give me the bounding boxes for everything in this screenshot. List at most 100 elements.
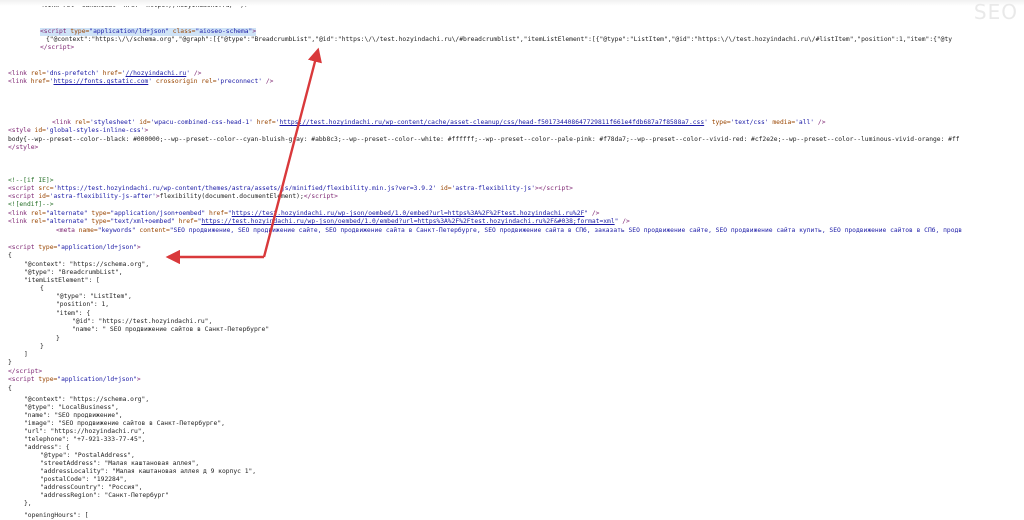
source-token: "@type": "ListItem", <box>56 293 132 300</box>
source-token: <script <box>8 185 35 192</box>
source-line: "itemListElement": [ <box>24 277 100 285</box>
source-link[interactable]: https://test.hozyindachi.ru/wp-content/c… <box>280 119 705 126</box>
source-line: } <box>56 335 60 343</box>
source-token: "telephone": "+7-921-333-77-45", <box>24 436 146 443</box>
source-line: } <box>40 343 44 351</box>
source-token: <script <box>8 376 35 383</box>
source-token: <link <box>8 78 27 85</box>
source-link[interactable]: https://test.hozyindachi.ru/wp-json/oemb… <box>232 210 585 217</box>
source-token: } <box>40 343 44 350</box>
source-line: }, <box>24 500 32 508</box>
source-token: "name": " SEO продвижение сайтов в Санкт… <box>72 326 270 333</box>
source-line: ] <box>24 351 28 359</box>
source-line: <style id='global-styles-inline-css'> <box>8 127 148 135</box>
source-link[interactable]: https://test.hozyindachi.ru/wp-json/oemb… <box>201 218 614 225</box>
source-token: href= <box>99 70 122 77</box>
source-token: <style <box>8 127 31 134</box>
source-token: "address": { <box>24 444 70 451</box>
source-token: "application/ld+json" <box>57 376 137 383</box>
source-token: /> <box>262 78 274 85</box>
source-token: href= <box>174 218 198 225</box>
source-token: "@context": "https://schema.org", <box>24 261 150 268</box>
source-token: class= <box>168 28 196 35</box>
source-token: <script <box>8 193 35 200</box>
source-line: "name": " SEO продвижение сайтов в Санкт… <box>72 326 269 334</box>
source-token: </script> <box>40 44 75 51</box>
source-token: { <box>8 385 12 392</box>
source-token: {"@context":"https:\/\/schema.org","@gra… <box>46 36 953 43</box>
source-token: 'astra-flexibility-js' <box>451 185 535 192</box>
source-token: "text/xml+oembed" <box>110 218 175 225</box>
source-token: src= <box>34 185 54 192</box>
source-token: "postalCode": "192284", <box>40 476 128 483</box>
source-line: } <box>8 359 12 367</box>
source-line: "postalCode": "192284", <box>40 476 127 484</box>
source-token: <![endif]--> <box>8 201 54 208</box>
source-token: 'global-styles-inline-css' <box>45 127 145 134</box>
source-token: rel= <box>26 218 46 225</box>
source-token: "@type": "PostalAddress", <box>40 452 135 459</box>
source-token: "openingHours": [ <box>24 512 89 519</box>
source-line: <![endif]--> <box>8 201 54 209</box>
source-token: id= <box>30 127 46 134</box>
source-token: "alternate" <box>45 218 88 225</box>
source-token: "@type": "LocalBusiness", <box>24 404 119 411</box>
source-line: <script type="application/ld+json"> <box>8 376 141 384</box>
source-line: body{--wp--preset--color--black: #000000… <box>8 136 960 144</box>
source-token: 'stylesheet' <box>89 119 136 126</box>
source-line: "telephone": "+7-921-333-77-45", <box>24 436 145 444</box>
source-line: "openingHours": [ <box>24 512 88 520</box>
source-token: } <box>8 359 12 366</box>
source-token: > <box>144 127 149 134</box>
source-token: href= <box>26 78 50 85</box>
source-line: "addressLocality": "Малая каштановая алл… <box>40 468 256 476</box>
source-token: > <box>136 376 141 383</box>
source-token: href= <box>205 210 228 217</box>
source-token: "application/json+oembed" <box>110 210 206 217</box>
source-line: "@context": "https://schema.org", <box>24 261 149 269</box>
source-token: "image": "SEO продвижение сайтов в Санкт… <box>24 420 225 427</box>
source-token: id= <box>135 119 151 126</box>
source-line: <script type="application/ld+json" class… <box>40 28 257 36</box>
source-token: "position": 1, <box>56 301 110 308</box>
top-edge-shadow <box>0 0 1024 6</box>
source-line: "@id": "https://test.hozyindachi.ru", <box>72 318 212 326</box>
source-line: { <box>40 285 44 293</box>
source-token: ] <box>24 351 28 358</box>
source-token: rel= <box>70 119 90 126</box>
source-token: 'text/css' <box>730 119 769 126</box>
source-token: "SEO продвижение, SEO продвижение сайте,… <box>169 227 963 234</box>
source-token: href= <box>252 119 276 126</box>
source-token: body{--wp--preset--color--black: #000000… <box>8 136 960 143</box>
source-token: 'dns-prefetch' <box>45 70 100 77</box>
source-token: "application/ld+json" <box>57 244 137 251</box>
source-line: </style> <box>8 144 38 152</box>
source-line: { <box>8 252 12 260</box>
source-line: "item": { <box>56 310 90 318</box>
source-token: }, <box>24 500 32 507</box>
source-token: 'wpacu-combined-css-head-1' <box>150 119 253 126</box>
source-token: 'all' <box>795 119 815 126</box>
source-token: <script <box>8 244 35 251</box>
source-token: type= <box>707 119 731 126</box>
source-token: "addressCountry": "Россия", <box>40 484 143 491</box>
source-line: "@type": "ListItem", <box>56 293 132 301</box>
source-link[interactable]: https://fonts.gstatic.com <box>54 78 149 85</box>
source-token: media= <box>768 119 796 126</box>
source-link[interactable]: //hozyindachi.ru <box>126 70 187 77</box>
source-line: <link rel='dns-prefetch' href='//hozyind… <box>8 70 201 78</box>
source-token: name= <box>74 227 98 234</box>
source-line: <script src='https://test.hozyindachi.ru… <box>8 185 573 193</box>
source-line: <link rel="alternate" type="application/… <box>8 210 599 218</box>
source-token: { <box>8 252 12 259</box>
source-token: "item": { <box>56 310 91 317</box>
source-token: type= <box>66 28 90 35</box>
source-token: "keywords" <box>97 227 136 234</box>
source-line: "address": { <box>24 444 70 452</box>
source-token: <link <box>8 218 27 225</box>
source-token: > <box>252 28 257 35</box>
source-token: crossorigin rel= <box>152 78 217 85</box>
source-line: {"@context":"https:\/\/schema.org","@gra… <box>46 36 952 44</box>
source-token: 'preconnect' <box>216 78 263 85</box>
source-token: ></script> <box>535 185 573 192</box>
